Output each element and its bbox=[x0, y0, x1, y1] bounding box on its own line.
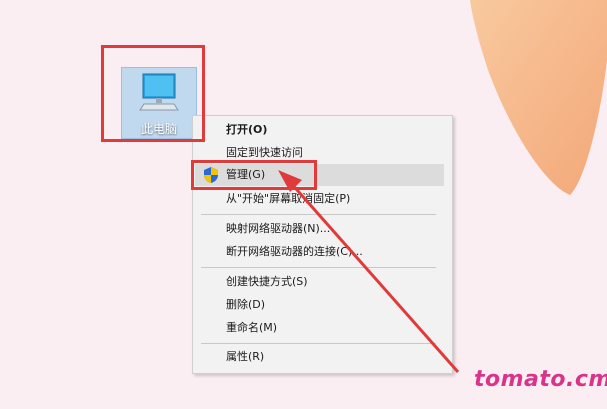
menu-item-label: 管理(G) bbox=[226, 168, 266, 181]
menu-item-create-shortcut[interactable]: 创建快捷方式(S) bbox=[195, 271, 444, 293]
desktop: 此电脑 打开(O) 固定到快速访问 管理(G) 从"开始"屏幕取消固定(P) 映… bbox=[0, 0, 607, 409]
context-menu: 打开(O) 固定到快速访问 管理(G) 从"开始"屏幕取消固定(P) 映射网络驱… bbox=[192, 115, 453, 374]
menu-item-manage[interactable]: 管理(G) bbox=[195, 164, 444, 186]
desktop-icon-label: 此电脑 bbox=[140, 122, 177, 136]
desktop-icon-this-pc[interactable]: 此电脑 bbox=[121, 67, 197, 139]
monitor-icon bbox=[139, 73, 179, 111]
uac-shield-icon bbox=[204, 167, 218, 183]
menu-item-delete[interactable]: 删除(D) bbox=[195, 294, 444, 316]
menu-separator bbox=[201, 343, 436, 344]
menu-item-open[interactable]: 打开(O) bbox=[195, 119, 444, 141]
watermark: tomato.cm bbox=[474, 367, 607, 392]
menu-item-properties[interactable]: 属性(R) bbox=[195, 346, 444, 368]
menu-item-map-network-drive[interactable]: 映射网络驱动器(N)... bbox=[195, 218, 444, 240]
menu-item-disconnect-network-drive[interactable]: 断开网络驱动器的连接(C)... bbox=[195, 241, 444, 263]
menu-item-rename[interactable]: 重命名(M) bbox=[195, 317, 444, 339]
menu-separator bbox=[201, 214, 436, 215]
menu-separator bbox=[201, 267, 436, 268]
menu-item-unpin-start[interactable]: 从"开始"屏幕取消固定(P) bbox=[195, 188, 444, 210]
menu-item-pin-quick-access[interactable]: 固定到快速访问 bbox=[195, 142, 444, 164]
